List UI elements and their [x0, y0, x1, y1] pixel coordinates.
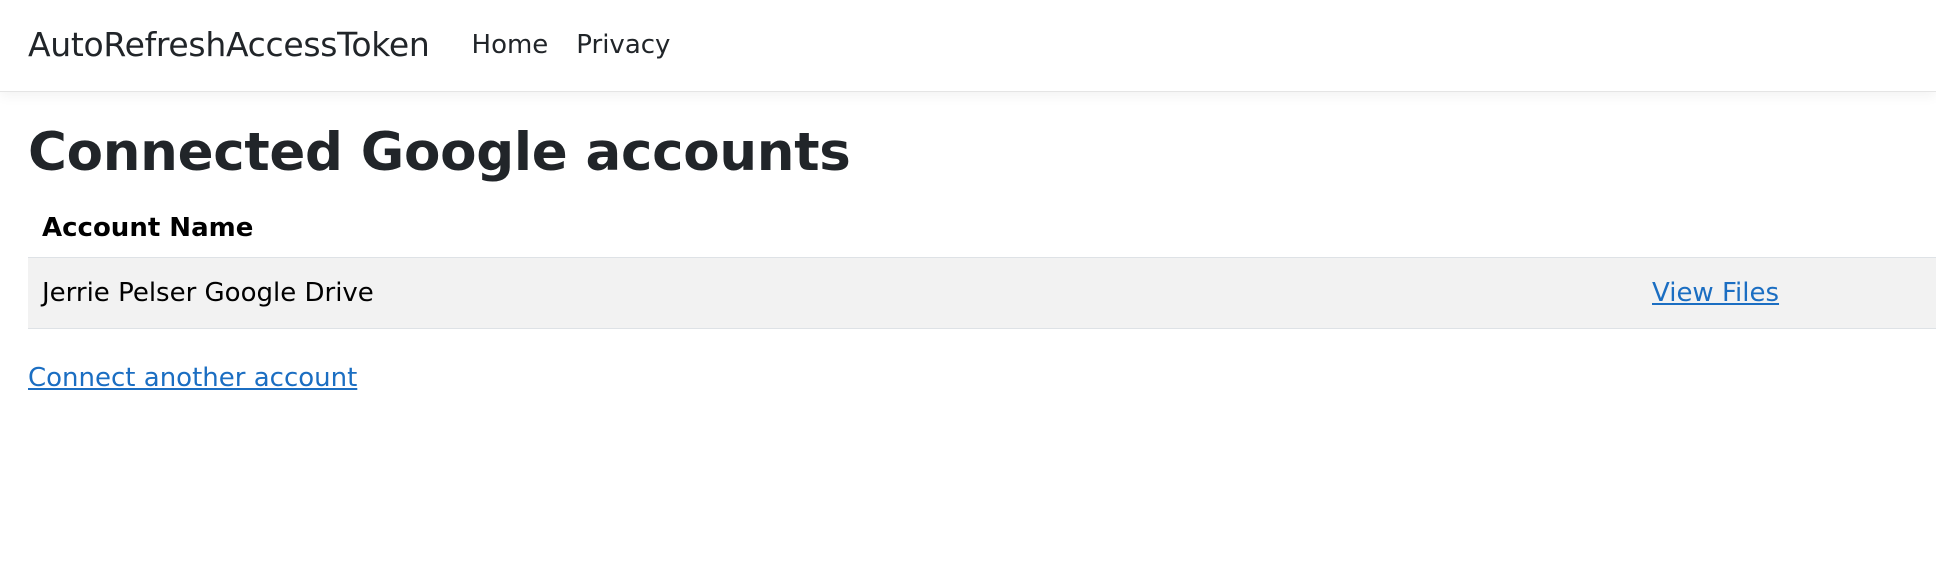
nav-links: Home Privacy [458, 30, 685, 61]
main-content: Connected Google accounts Account Name J… [0, 121, 1936, 393]
accounts-table: Account Name Jerrie Pelser Google Drive … [28, 198, 1936, 329]
nav-link-privacy[interactable]: Privacy [562, 30, 684, 60]
column-header-account-name: Account Name [28, 198, 1638, 258]
account-action-cell: View Files [1638, 257, 1936, 329]
connect-another-account-link[interactable]: Connect another account [28, 363, 357, 393]
view-files-link[interactable]: View Files [1652, 278, 1779, 308]
nav-link-home[interactable]: Home [458, 30, 563, 60]
table-row: Jerrie Pelser Google Drive View Files [28, 257, 1936, 329]
page-title: Connected Google accounts [28, 122, 851, 183]
brand-link[interactable]: AutoRefreshAccessToken [28, 25, 430, 64]
account-name-cell: Jerrie Pelser Google Drive [28, 257, 1638, 329]
navbar: AutoRefreshAccessToken Home Privacy [0, 0, 1936, 92]
table-header-row: Account Name [28, 198, 1936, 258]
column-header-actions [1638, 198, 1936, 258]
